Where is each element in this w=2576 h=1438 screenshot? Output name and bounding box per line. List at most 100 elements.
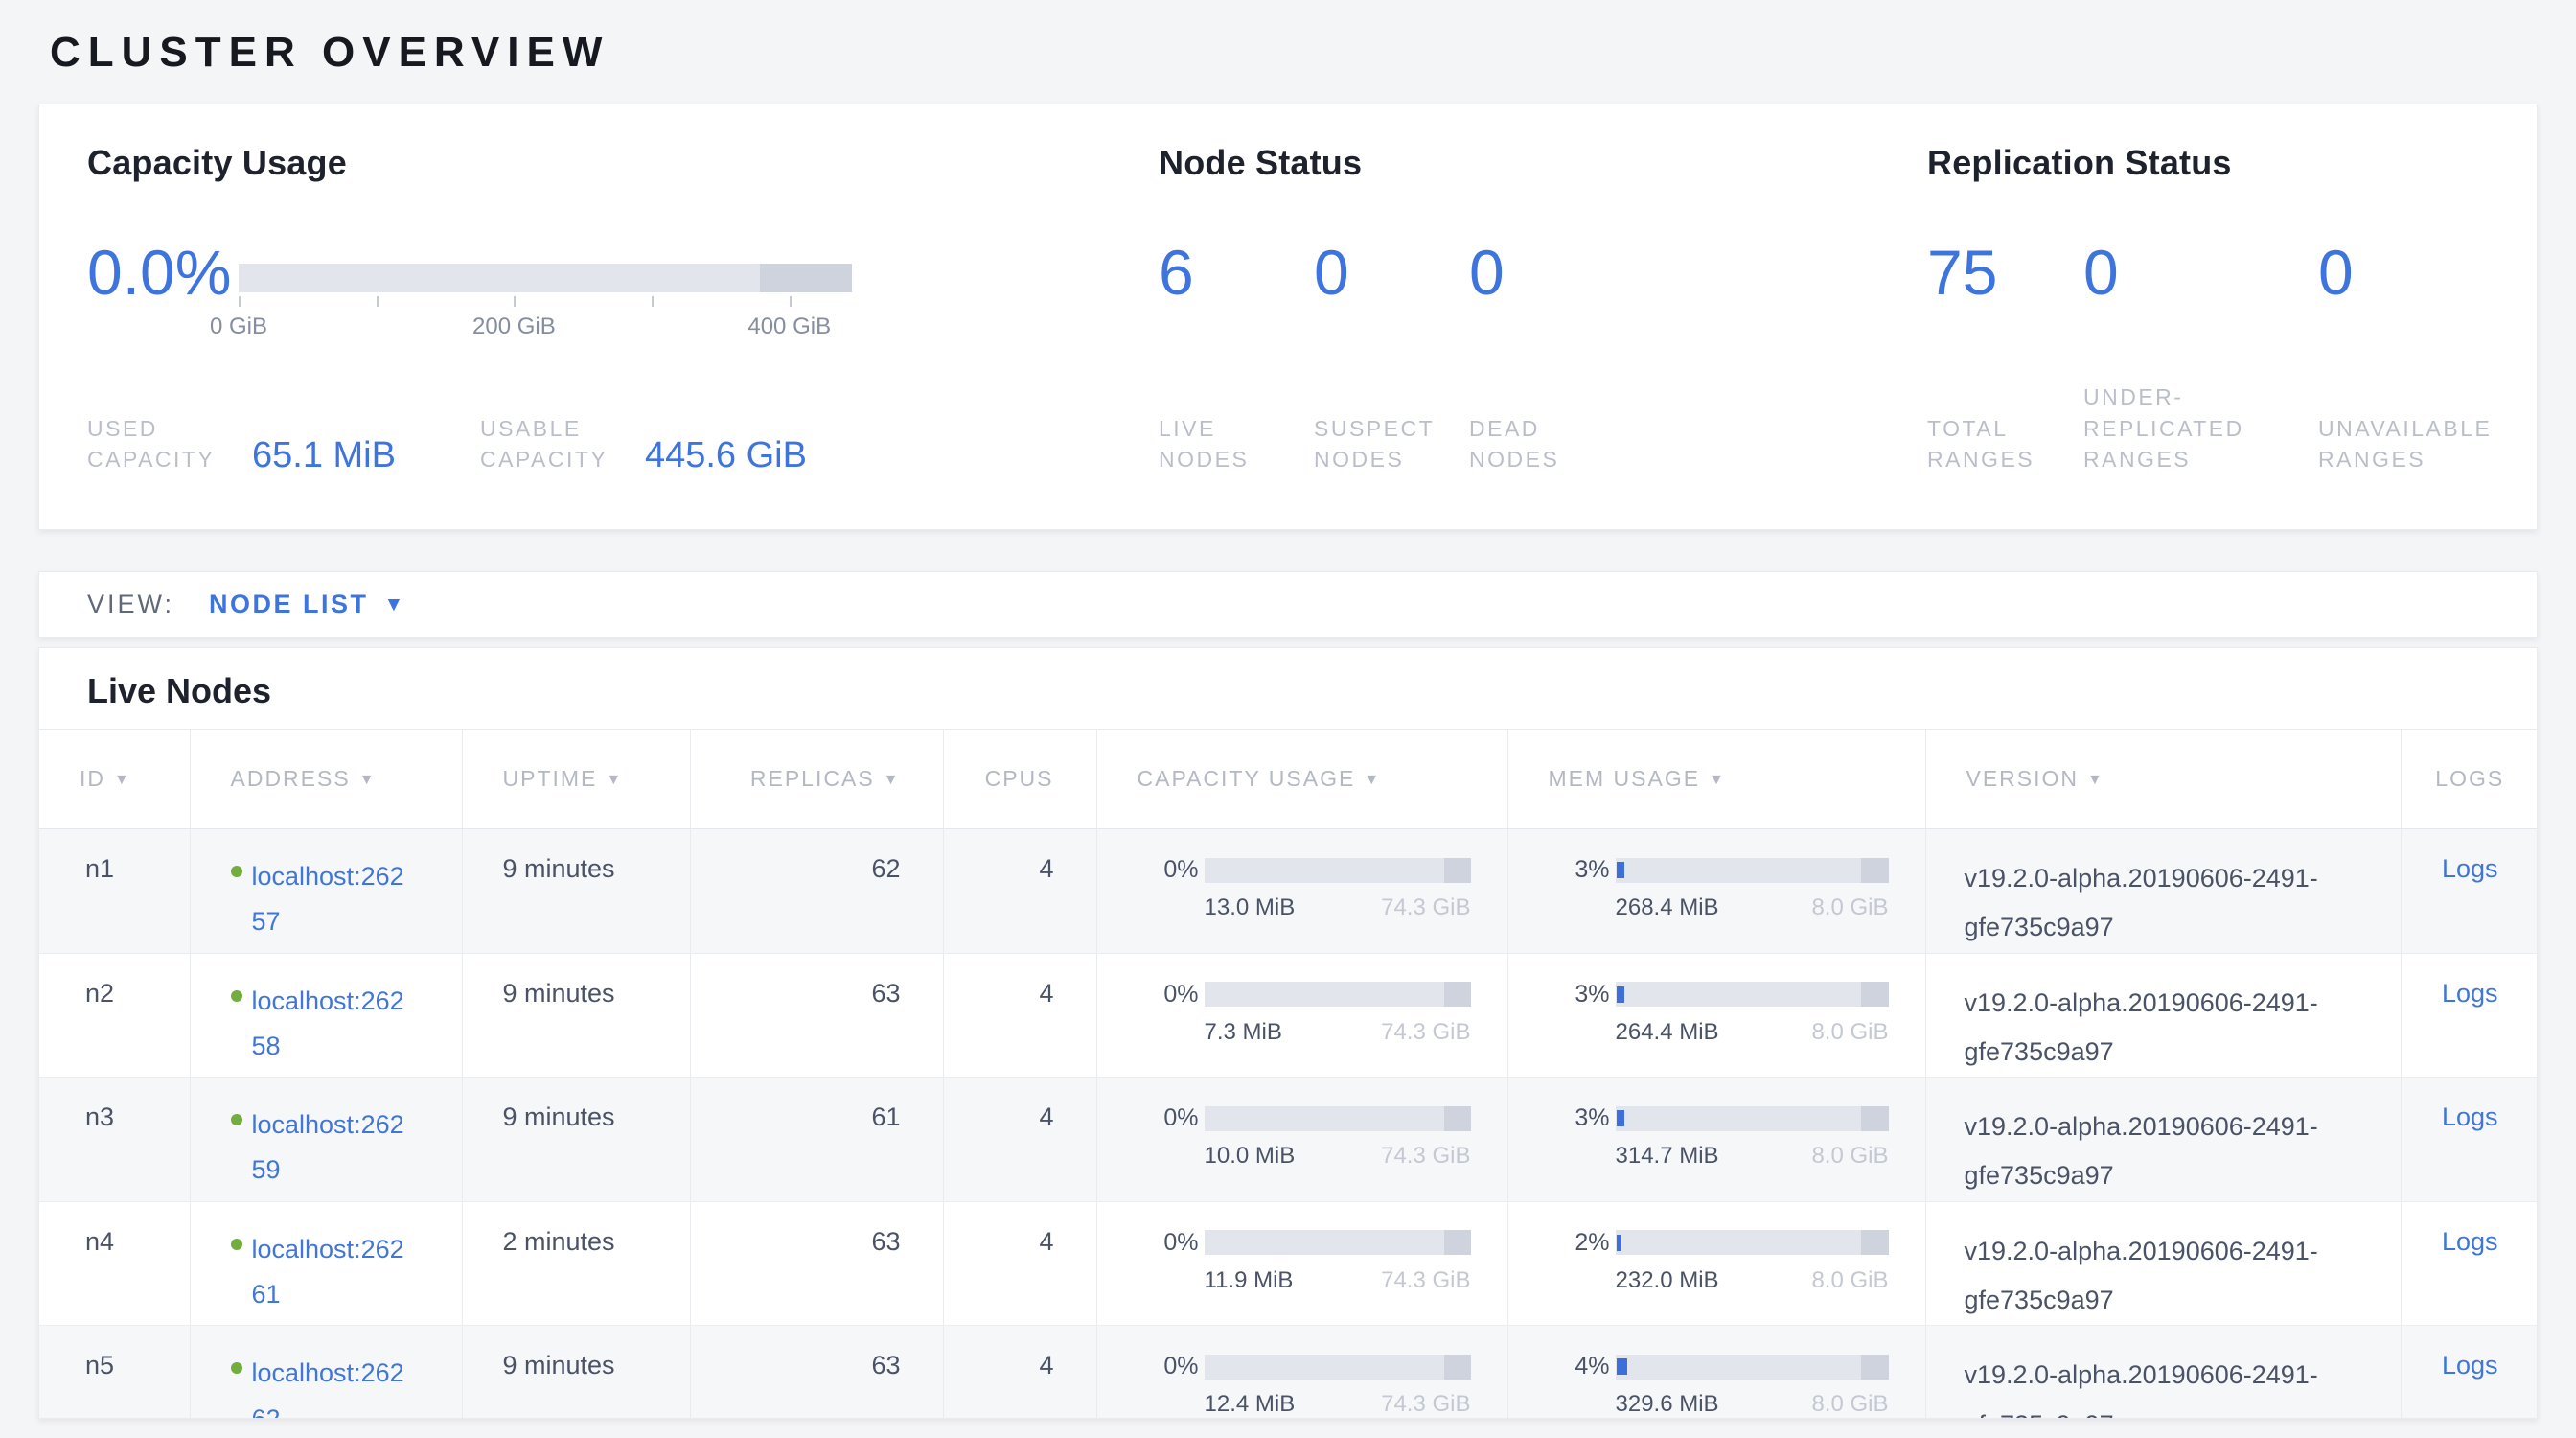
node-id-cell: n4 <box>39 1201 190 1326</box>
mem-usage-bar <box>1616 1106 1889 1131</box>
mem-used-value: 314.7 MiB <box>1616 1143 1719 1170</box>
capacity-bar-chart: 0 GiB 200 GiB 400 GiB <box>239 264 852 344</box>
axis-tick-label: 0 GiB <box>210 313 267 340</box>
logs-link[interactable]: Logs <box>2442 1102 2498 1131</box>
capacity-used-value: 7.3 MiB <box>1205 1019 1282 1046</box>
node-id-cell: n2 <box>39 953 190 1078</box>
node-address-link[interactable]: localhost:26259 <box>252 1102 409 1194</box>
sort-arrow-icon: ▼ <box>606 772 623 788</box>
view-dropdown-value: NODE LIST <box>209 590 369 619</box>
logs-cell: Logs <box>2401 1078 2538 1202</box>
mem-percent-label: 3% <box>1566 981 1610 1009</box>
mem-dark-segment <box>1861 1230 1889 1255</box>
cpus-cell: 4 <box>943 953 1096 1078</box>
capacity-total-value: 74.3 GiB <box>1381 1267 1470 1294</box>
total-ranges-count: 75 <box>1927 241 2083 304</box>
column-header-id[interactable]: ID▼ <box>39 730 190 829</box>
column-header-version[interactable]: Version▼ <box>1925 730 2401 829</box>
under-replicated-label: Under-Replicated Ranges <box>2083 382 2280 475</box>
capacity-usage-bar <box>1205 982 1471 1007</box>
column-header-capacity-usage[interactable]: Capacity Usage▼ <box>1096 730 1507 829</box>
mem-usage-cell: 3% 314.7 MiB 8.0 GiB <box>1507 1078 1925 1202</box>
node-address-cell: localhost:26259 <box>190 1078 462 1202</box>
mem-used-segment <box>1617 1358 1627 1375</box>
mem-used-value: 329.6 MiB <box>1616 1391 1719 1418</box>
mem-used-segment <box>1617 1235 1622 1251</box>
mem-percent-label: 3% <box>1566 1104 1610 1132</box>
capacity-axis: 0 GiB 200 GiB 400 GiB <box>239 292 852 344</box>
cluster-overview-page: CLUSTER OVERVIEW Capacity Usage 0.0% <box>0 0 2576 1438</box>
usable-capacity-label: Usable Capacity <box>480 413 626 475</box>
capacity-dark-segment <box>1444 982 1471 1007</box>
uptime-cell: 9 minutes <box>462 953 690 1078</box>
replicas-cell: 62 <box>690 829 943 954</box>
replication-status-title: Replication Status <box>1927 143 2537 183</box>
capacity-used-value: 13.0 MiB <box>1205 894 1296 921</box>
replicas-cell: 63 <box>690 1326 943 1419</box>
mem-usage-cell: 4% 329.6 MiB 8.0 GiB <box>1507 1326 1925 1419</box>
node-address-link[interactable]: localhost:26258 <box>252 979 409 1070</box>
mem-total-value: 8.0 GiB <box>1811 1019 1888 1046</box>
capacity-usage-cell: 0% 10.0 MiB 74.3 GiB <box>1096 1078 1507 1202</box>
version-cell: v19.2.0-alpha.20190606-2491-gfe735c9a97 <box>1925 1078 2401 1202</box>
mem-used-value: 232.0 MiB <box>1616 1267 1719 1294</box>
version-cell: v19.2.0-alpha.20190606-2491-gfe735c9a97 <box>1925 1326 2401 1419</box>
capacity-used-value: 12.4 MiB <box>1205 1391 1296 1418</box>
sort-arrow-icon: ▼ <box>1364 772 1381 788</box>
mem-usage-bar <box>1616 1230 1889 1255</box>
table-row: n5 localhost:26262 9 minutes 63 4 0% 12.… <box>39 1326 2538 1419</box>
node-status-title: Node Status <box>1159 143 1927 183</box>
mem-usage-bar <box>1616 858 1889 883</box>
logs-link[interactable]: Logs <box>2442 1351 2498 1380</box>
uptime-cell: 9 minutes <box>462 1326 690 1419</box>
used-capacity-value: 65.1 MiB <box>252 437 396 475</box>
capacity-usage-bar <box>1205 1230 1471 1255</box>
capacity-total-value: 74.3 GiB <box>1381 1391 1470 1418</box>
view-dropdown[interactable]: NODE LIST ▼ <box>209 590 406 619</box>
page-title: CLUSTER OVERVIEW <box>38 0 2538 77</box>
capacity-dark-segment <box>1444 1355 1471 1380</box>
usable-capacity: Usable Capacity 445.6 GiB <box>480 413 807 475</box>
unavailable-count: 0 <box>2318 241 2515 304</box>
version-cell: v19.2.0-alpha.20190606-2491-gfe735c9a97 <box>1925 829 2401 954</box>
replicas-cell: 63 <box>690 1201 943 1326</box>
column-header-uptime[interactable]: Uptime▼ <box>462 730 690 829</box>
column-header-replicas[interactable]: Replicas▼ <box>690 730 943 829</box>
logs-link[interactable]: Logs <box>2442 854 2498 883</box>
capacity-usage-cell: 0% 12.4 MiB 74.3 GiB <box>1096 1326 1507 1419</box>
mem-dark-segment <box>1861 1355 1889 1380</box>
capacity-bar-dark-segment <box>760 264 852 292</box>
mem-total-value: 8.0 GiB <box>1811 1391 1888 1418</box>
logs-link[interactable]: Logs <box>2442 979 2498 1008</box>
replicas-cell: 63 <box>690 953 943 1078</box>
axis-tick-label: 200 GiB <box>472 313 556 340</box>
column-header-mem-usage[interactable]: Mem Usage▼ <box>1507 730 1925 829</box>
cluster-summary-card: Capacity Usage 0.0% 0 GiB 200 GiB <box>38 104 2538 530</box>
mem-usage-bar <box>1616 1355 1889 1380</box>
cpus-cell: 4 <box>943 1078 1096 1202</box>
usable-capacity-value: 445.6 GiB <box>645 437 807 475</box>
node-id-cell: n1 <box>39 829 190 954</box>
version-cell: v19.2.0-alpha.20190606-2491-gfe735c9a97 <box>1925 1201 2401 1326</box>
capacity-percent-label: 0% <box>1155 1229 1199 1257</box>
logs-cell: Logs <box>2401 1201 2538 1326</box>
sort-arrow-icon: ▼ <box>359 772 377 788</box>
capacity-dark-segment <box>1444 1230 1471 1255</box>
table-row: n1 localhost:26257 9 minutes 62 4 0% 13.… <box>39 829 2538 954</box>
live-nodes-stat: 6 Live Nodes <box>1159 241 1314 475</box>
table-header-row: ID▼ Address▼ Uptime▼ Replicas▼ CPUs Capa… <box>39 730 2538 829</box>
logs-cell: Logs <box>2401 1326 2538 1419</box>
mem-used-segment <box>1617 986 1625 1003</box>
view-selector-bar: VIEW: NODE LIST ▼ <box>38 571 2538 638</box>
total-ranges-label: Total Ranges <box>1927 413 2054 475</box>
replicas-cell: 61 <box>690 1078 943 1202</box>
chevron-down-icon: ▼ <box>384 593 406 616</box>
column-header-address[interactable]: Address▼ <box>190 730 462 829</box>
node-address-link[interactable]: localhost:26262 <box>252 1351 409 1419</box>
logs-link[interactable]: Logs <box>2442 1227 2498 1256</box>
node-address-link[interactable]: localhost:26261 <box>252 1227 409 1318</box>
node-address-link[interactable]: localhost:26257 <box>252 854 409 945</box>
logs-cell: Logs <box>2401 953 2538 1078</box>
mem-percent-label: 3% <box>1566 856 1610 884</box>
mem-dark-segment <box>1861 858 1889 883</box>
